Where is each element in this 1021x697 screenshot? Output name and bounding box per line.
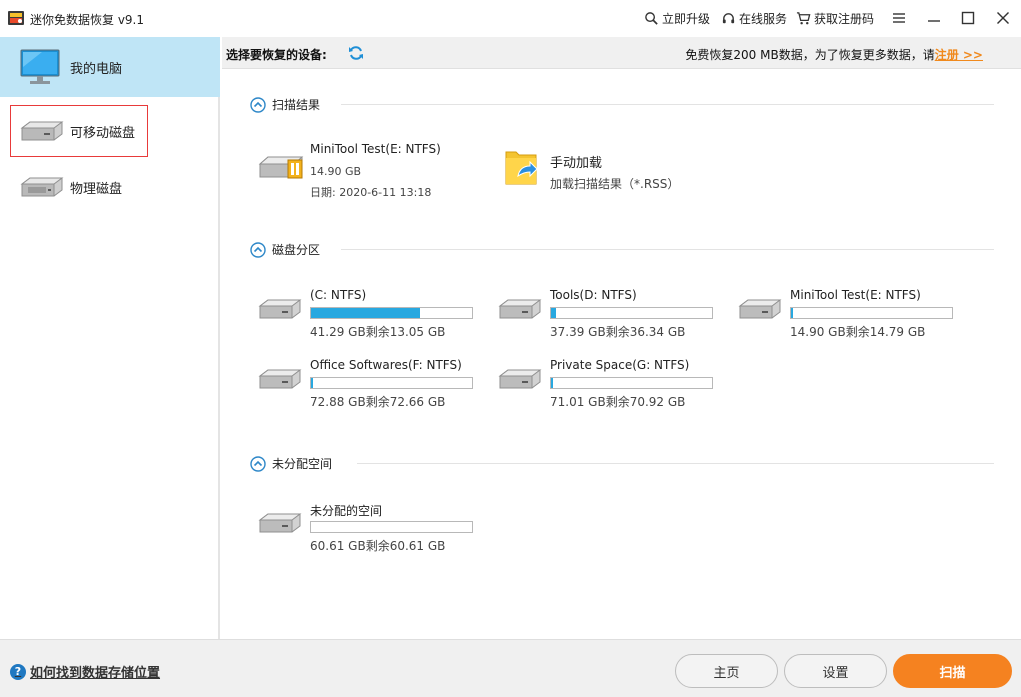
partition-drive[interactable]: Tools(D: NTFS) 37.39 GB剩余36.34 GB (490, 288, 730, 348)
sidebar-item-my-computer[interactable]: 我的电脑 (0, 37, 220, 97)
usage-bar (310, 521, 473, 533)
sidebar-item-label: 物理磁盘 (70, 181, 123, 197)
drive-size: 14.90 GB (310, 165, 362, 178)
hard-drive-icon (258, 369, 302, 389)
section-title: 磁盘分区 (272, 243, 321, 257)
upgrade-link[interactable]: 立即升级 (644, 10, 710, 27)
scan-date: 日期: 2020-6-11 13:18 (310, 186, 432, 199)
app-logo-icon (8, 11, 24, 25)
physical-disk-icon (20, 177, 64, 197)
collapse-up-icon[interactable] (250, 455, 266, 472)
partition-drive[interactable]: (C: NTFS) 41.29 GB剩余13.05 GB (250, 288, 490, 348)
removable-drive-icon (20, 121, 64, 141)
close-icon (997, 12, 1009, 24)
usage-bar (310, 307, 473, 319)
device-header: 选择要恢复的设备: 免费恢复200 MB数据，为了恢复更多数据，请注册 >> (222, 37, 1021, 69)
drive-name: Tools(D: NTFS) (550, 288, 637, 302)
select-device-label: 选择要恢复的设备: (226, 48, 327, 62)
manual-load-desc: 加载扫描结果（*.RSS） (550, 177, 680, 191)
online-service-link[interactable]: 在线服务 (721, 10, 787, 27)
monitor-icon (20, 49, 60, 84)
get-code-link[interactable]: 获取注册码 (796, 10, 874, 27)
drive-size: 14.90 GB剩余14.79 GB (790, 325, 926, 339)
drive-name: 未分配的空间 (310, 504, 383, 518)
help-link[interactable]: ? 如何找到数据存储位置 (10, 662, 160, 681)
home-button[interactable]: 主页 (675, 654, 778, 688)
free-notice-text: 免费恢复200 MB数据，为了恢复更多数据，请 (685, 48, 935, 62)
collapse-up-icon[interactable] (250, 241, 266, 258)
hard-drive-icon (738, 299, 782, 319)
usage-bar (790, 307, 953, 319)
minimize-icon (928, 20, 940, 22)
section-unallocated: 未分配空间 (250, 455, 332, 472)
help-text: 如何找到数据存储位置 (30, 666, 161, 681)
drive-name: MiniTool Test(E: NTFS) (790, 288, 921, 302)
maximize-icon (961, 11, 975, 25)
scan-button[interactable]: 扫描 (893, 654, 1012, 688)
partition-drive[interactable]: Private Space(G: NTFS) 71.01 GB剩余70.92 GB (490, 358, 730, 418)
manual-load-item[interactable]: 手动加载 加载扫描结果（*.RSS） (500, 146, 740, 206)
usage-bar (310, 377, 473, 389)
partition-drive[interactable]: Office Softwares(F: NTFS) 72.88 GB剩余72.66… (250, 358, 490, 418)
usage-fill (551, 378, 553, 388)
minimize-button[interactable] (921, 6, 947, 30)
headset-icon (722, 13, 735, 24)
title-bar: 迷你免数据恢复 v9.1 立即升级 在线服务 获取注册码 (0, 0, 1021, 37)
register-link[interactable]: 注册 >> (935, 48, 983, 62)
drive-size: 37.39 GB剩余36.34 GB (550, 325, 686, 339)
usage-fill (551, 308, 556, 318)
settings-button[interactable]: 设置 (784, 654, 887, 688)
drive-size: 72.88 GB剩余72.66 GB (310, 395, 446, 409)
help-icon: ? (10, 663, 26, 680)
section-title: 扫描结果 (272, 98, 321, 112)
drive-name: Private Space(G: NTFS) (550, 358, 690, 372)
usage-bar (550, 377, 713, 389)
sidebar: 我的电脑 可移动磁盘 物理磁盘 (0, 37, 220, 639)
divider (357, 463, 994, 464)
close-button[interactable] (990, 6, 1016, 30)
drive-name: Office Softwares(F: NTFS) (310, 358, 462, 372)
drive-name: MiniTool Test(E: NTFS) (310, 142, 441, 156)
refresh-icon[interactable] (348, 45, 364, 61)
window-title: 迷你免数据恢复 v9.1 (30, 13, 145, 27)
section-partitions: 磁盘分区 (250, 241, 320, 258)
free-notice: 免费恢复200 MB数据，为了恢复更多数据，请注册 >> (685, 46, 983, 63)
sidebar-item-removable-disk[interactable]: 可移动磁盘 (10, 105, 148, 157)
sidebar-item-label: 我的电脑 (70, 61, 123, 77)
drive-name: (C: NTFS) (310, 288, 367, 302)
drive-scan-result-icon (258, 156, 304, 179)
sidebar-item-physical-disk[interactable]: 物理磁盘 (0, 157, 220, 217)
maximize-button[interactable] (955, 6, 981, 30)
hard-drive-icon (498, 299, 542, 319)
get-code-label: 获取注册码 (814, 12, 875, 26)
partition-drive[interactable]: MiniTool Test(E: NTFS) 14.90 GB剩余14.79 GB (730, 288, 970, 348)
folder-load-icon (505, 151, 538, 185)
collapse-up-icon[interactable] (250, 96, 266, 113)
divider (341, 104, 994, 105)
hard-drive-icon (258, 299, 302, 319)
scan-result-item[interactable]: MiniTool Test(E: NTFS) 14.90 GB 日期: 2020… (250, 142, 490, 202)
drive-size: 71.01 GB剩余70.92 GB (550, 395, 686, 409)
drive-size: 60.61 GB剩余60.61 GB (310, 539, 446, 553)
cart-icon (796, 12, 811, 25)
upgrade-label: 立即升级 (662, 12, 711, 26)
menu-button[interactable] (886, 6, 912, 30)
usage-fill (311, 378, 313, 388)
bottom-bar: ? 如何找到数据存储位置 主页 设置 扫描 (0, 639, 1021, 697)
hamburger-icon (893, 13, 905, 23)
usage-fill (791, 308, 793, 318)
usage-fill (311, 308, 421, 318)
hard-drive-icon (498, 369, 542, 389)
section-scan-results: 扫描结果 (250, 96, 320, 113)
unallocated-item[interactable]: 未分配的空间 60.61 GB剩余60.61 GB (250, 502, 490, 562)
divider (341, 249, 994, 250)
manual-load-title: 手动加载 (550, 156, 603, 171)
hard-drive-icon (258, 513, 302, 533)
sidebar-item-label: 可移动磁盘 (70, 125, 136, 141)
drive-size: 41.29 GB剩余13.05 GB (310, 325, 446, 339)
usage-bar (550, 307, 713, 319)
search-upgrade-icon (645, 12, 658, 25)
section-title: 未分配空间 (272, 457, 333, 471)
online-service-label: 在线服务 (739, 12, 788, 26)
